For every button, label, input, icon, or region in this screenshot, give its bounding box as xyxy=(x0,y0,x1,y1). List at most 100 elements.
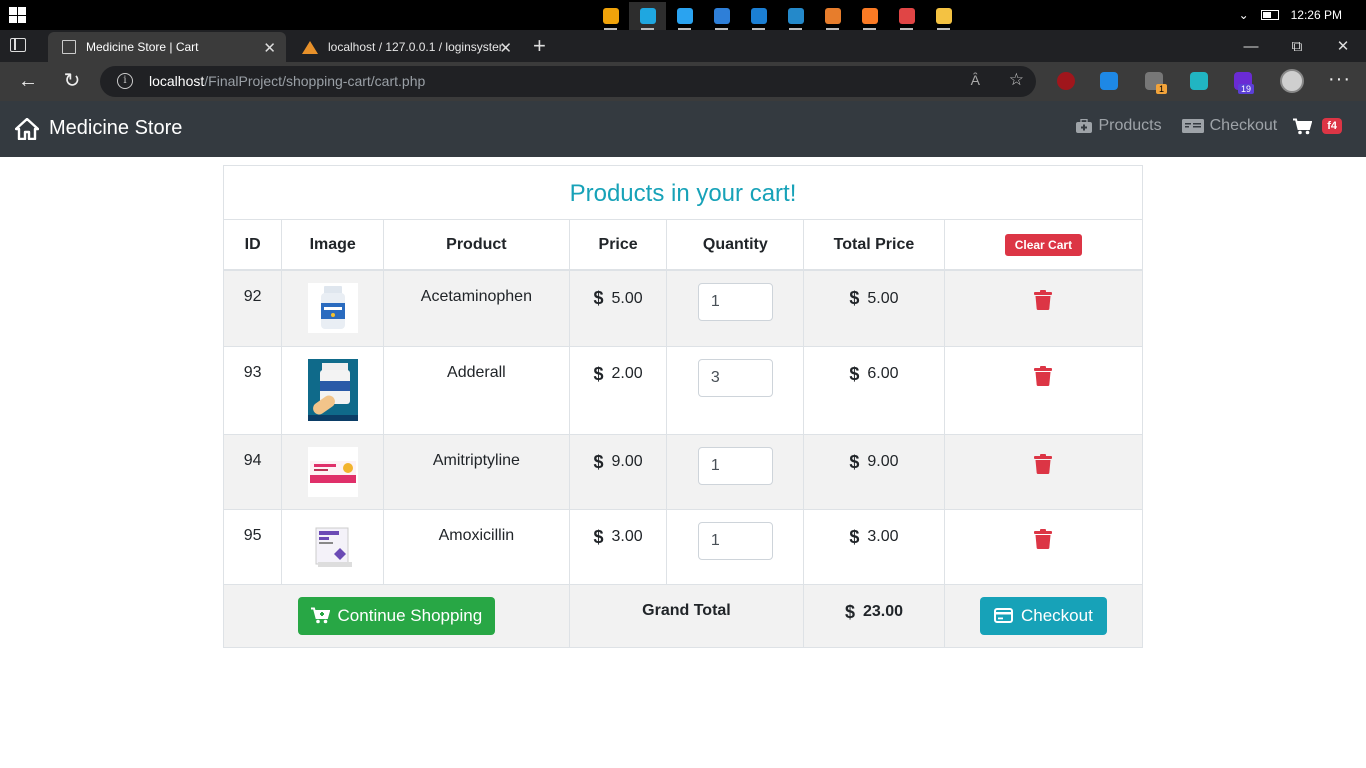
read-aloud-icon[interactable]: Ȃ xyxy=(971,72,980,88)
trash-icon xyxy=(1034,365,1053,386)
continue-cell: Continue Shopping xyxy=(224,584,570,647)
close-tab-icon[interactable]: ✕ xyxy=(263,39,276,57)
browser-tab-strip: Medicine Store | Cart ✕ localhost / 127.… xyxy=(0,30,1366,62)
col-header-id: ID xyxy=(224,220,283,271)
total-amount: 5.00 xyxy=(867,289,899,307)
profile-avatar[interactable] xyxy=(1280,69,1304,93)
explorer-app[interactable] xyxy=(925,2,962,30)
cart-row: 93Adderall$2.00$6.00 xyxy=(224,346,1142,434)
cell-image xyxy=(281,509,385,584)
cell-price: $3.00 xyxy=(569,509,668,584)
nav-products-link[interactable]: Products xyxy=(1076,117,1162,135)
favorites-star-icon[interactable]: ☆ xyxy=(1009,70,1024,90)
checkout-button[interactable]: Checkout xyxy=(979,596,1107,635)
cell-total: $9.00 xyxy=(803,434,945,509)
tab-title: localhost / 127.0.0.1 / loginsystem xyxy=(328,40,502,54)
edge-app[interactable] xyxy=(629,2,666,30)
trash-icon xyxy=(1034,290,1053,310)
remote-app[interactable] xyxy=(740,2,777,30)
explorer-app-icon xyxy=(935,8,952,24)
close-tab-icon[interactable]: ✕ xyxy=(499,39,512,57)
continue-shopping-button[interactable]: Continue Shopping xyxy=(297,596,496,635)
site-nav-links: Products Checkout f4 xyxy=(1060,117,1342,135)
vscode-app-icon xyxy=(787,8,804,24)
remove-item-button[interactable] xyxy=(1034,365,1053,391)
nav-checkout-link[interactable]: Checkout xyxy=(1181,117,1278,135)
clock-time[interactable]: 12:26 PM xyxy=(1291,8,1342,22)
price-value: $3.00 xyxy=(594,527,643,548)
brand-link[interactable]: Medicine Store xyxy=(15,117,182,140)
xampp-app[interactable] xyxy=(851,2,888,30)
cart-heading: Products in your cart! xyxy=(224,166,1142,220)
nav-cart-link[interactable]: f4 xyxy=(1293,118,1342,135)
edge-app-icon xyxy=(639,8,656,24)
price-amount: 3.00 xyxy=(611,528,643,545)
currency-symbol: $ xyxy=(844,601,855,622)
continue-shopping-label: Continue Shopping xyxy=(337,605,483,625)
sublime-app[interactable] xyxy=(814,2,851,30)
price-amount: 2.00 xyxy=(611,365,643,382)
windows-taskbar: ⌄ 12:26 PM xyxy=(0,0,1366,30)
cell-image xyxy=(281,270,385,346)
currency-symbol: $ xyxy=(849,363,860,384)
paint-app[interactable] xyxy=(888,2,925,30)
remove-item-button[interactable] xyxy=(1034,290,1053,315)
close-window-icon[interactable]: ✕ xyxy=(1320,30,1366,62)
skype-extension-icon[interactable] xyxy=(1100,72,1118,90)
cell-product: Amoxicillin xyxy=(383,509,570,584)
tab-actions-icon[interactable] xyxy=(10,38,26,52)
remove-item-button[interactable] xyxy=(1034,528,1053,554)
nav-checkout-label: Checkout xyxy=(1209,117,1278,134)
currency-symbol: $ xyxy=(593,363,604,384)
quantity-input[interactable] xyxy=(697,446,773,485)
quantity-input[interactable] xyxy=(697,521,773,560)
cell-remove xyxy=(944,434,1142,509)
product-image xyxy=(307,521,358,572)
task-view-app[interactable] xyxy=(592,2,629,30)
site-info-icon[interactable]: i xyxy=(117,73,133,89)
battery-icon[interactable] xyxy=(1260,10,1279,20)
quantity-input[interactable] xyxy=(697,358,773,397)
cart-row: 92Acetaminophen$5.00$5.00 xyxy=(224,270,1142,346)
cell-id: 95 xyxy=(224,509,283,584)
cell-quantity xyxy=(666,346,805,434)
windows-start-icon[interactable] xyxy=(9,7,26,23)
cell-quantity xyxy=(666,434,805,509)
remove-item-button[interactable] xyxy=(1034,453,1053,479)
cell-total: $6.00 xyxy=(803,346,945,434)
cell-remove xyxy=(944,346,1142,434)
window-controls: — ⧉ ✕ xyxy=(1228,30,1366,62)
store-app[interactable] xyxy=(666,2,703,30)
address-bar[interactable]: i localhost/FinalProject/shopping-cart/c… xyxy=(100,66,1036,97)
more-menu-icon[interactable]: ··· xyxy=(1328,68,1351,91)
monitor-app[interactable] xyxy=(703,2,740,30)
currency-symbol: $ xyxy=(849,451,860,472)
task-view-app-icon xyxy=(602,8,619,24)
tab-phpmyadmin[interactable]: localhost / 127.0.0.1 / loginsystem ✕ xyxy=(288,32,522,62)
monitor-app-icon xyxy=(713,8,730,24)
quantity-input[interactable] xyxy=(697,283,773,321)
url-text[interactable]: localhost/FinalProject/shopping-cart/car… xyxy=(149,73,425,89)
cell-price: $9.00 xyxy=(569,434,668,509)
new-tab-icon[interactable]: + xyxy=(533,33,546,59)
phpmyadmin-icon xyxy=(302,40,318,54)
currency-symbol: $ xyxy=(593,288,604,308)
page-icon xyxy=(62,40,76,54)
ublock-extension-icon[interactable] xyxy=(1057,72,1075,90)
trash-icon xyxy=(1034,453,1053,474)
tray-chevron-icon[interactable]: ⌄ xyxy=(1239,8,1249,22)
cart-plus-icon xyxy=(310,607,330,624)
clear-cart-button[interactable]: Clear Cart xyxy=(1004,233,1083,256)
vscode-app[interactable] xyxy=(777,2,814,30)
store-app-icon xyxy=(676,8,693,24)
refresh-icon[interactable]: ↻ xyxy=(60,70,84,94)
cell-product: Amitriptyline xyxy=(383,434,570,509)
restore-icon[interactable]: ⧉ xyxy=(1274,30,1320,62)
back-arrow-icon[interactable]: ← xyxy=(16,70,40,94)
tab-medicine-store-cart[interactable]: Medicine Store | Cart ✕ xyxy=(48,32,286,62)
share-extension-icon[interactable] xyxy=(1190,72,1208,90)
sublime-app-icon xyxy=(824,8,841,24)
cell-id: 93 xyxy=(224,346,283,434)
minimize-icon[interactable]: — xyxy=(1228,30,1274,62)
cell-id: 94 xyxy=(224,434,283,509)
